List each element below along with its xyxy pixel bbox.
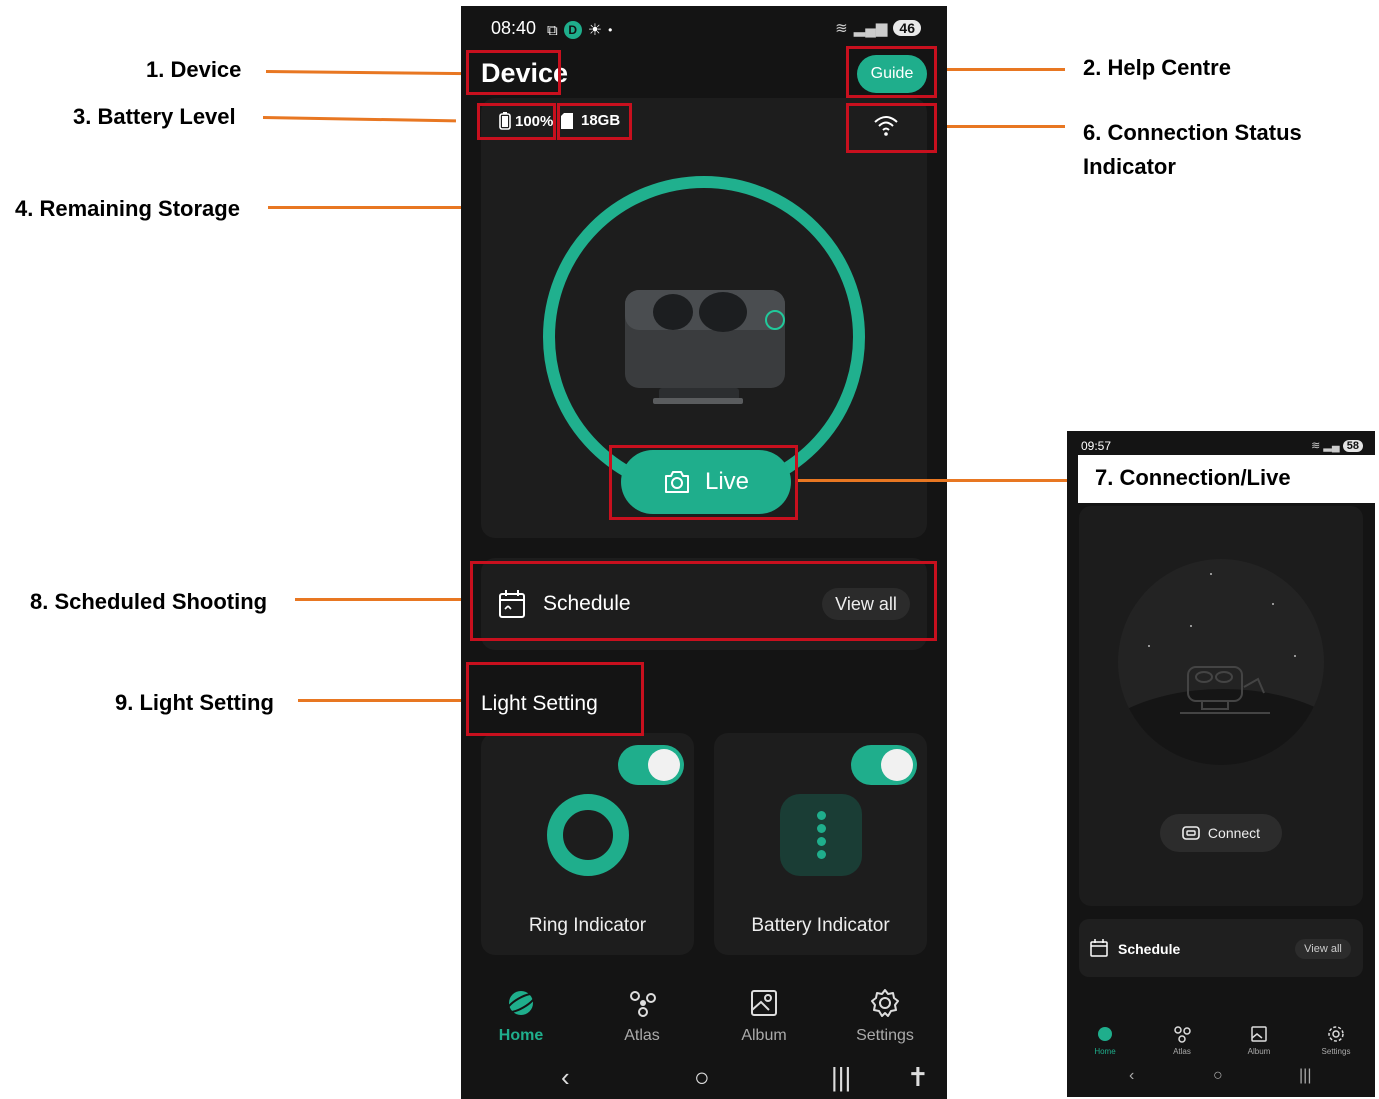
- status-icons-right: ≋ ▂▄▆ 46: [835, 19, 921, 37]
- status-icons-left: ⧉ D ☀ •: [547, 20, 612, 40]
- callout-connection-live: 7. Connection/Live: [1095, 465, 1291, 490]
- dot-icon: •: [608, 23, 613, 37]
- nav-album-label: Album: [741, 1027, 787, 1044]
- cell-signal-icon: ▂▄▆: [853, 20, 888, 37]
- mini-status-icons: ≋ ▂▄ 58: [1311, 439, 1363, 452]
- callout-line-light: [298, 699, 465, 702]
- highlight-live: [609, 445, 798, 520]
- mini-nav-settings-label: Settings: [1321, 1047, 1351, 1056]
- camera-device-image: [625, 290, 785, 404]
- callout-help: 2. Help Centre: [1083, 55, 1231, 80]
- accessibility-icon[interactable]: ✝: [907, 1062, 929, 1093]
- mini-signal-icon: ≋ ▂▄: [1311, 440, 1340, 452]
- callout-device: 1. Device: [146, 57, 242, 82]
- nav-settings[interactable]: Settings: [835, 988, 935, 1045]
- battery-indicator-toggle[interactable]: [851, 745, 917, 785]
- star-dot: [1210, 573, 1212, 575]
- album-image-icon: [751, 990, 777, 1016]
- highlight-light-setting: [466, 662, 644, 736]
- mini-nav-home[interactable]: Home: [1075, 1025, 1135, 1056]
- mini-gear-icon: [1328, 1026, 1344, 1042]
- nav-atlas-label: Atlas: [624, 1027, 660, 1044]
- mini-home-planet-icon: [1098, 1027, 1112, 1041]
- mini-nav-album-label: Album: [1247, 1047, 1271, 1056]
- mini-nav-atlas-label: Atlas: [1173, 1047, 1191, 1056]
- mini-night-scene: [1118, 559, 1324, 765]
- home-nav-icon[interactable]: ○: [694, 1062, 710, 1093]
- mini-album-image-icon: [1251, 1026, 1267, 1042]
- highlight-guide: [846, 46, 937, 98]
- mini-home-nav-icon[interactable]: ○: [1213, 1067, 1223, 1085]
- star-dot: [1190, 625, 1192, 627]
- app-d-icon: D: [563, 21, 582, 39]
- mini-back-nav-icon[interactable]: ‹: [1129, 1067, 1134, 1085]
- nav-home[interactable]: Home: [471, 988, 571, 1045]
- nav-settings-label: Settings: [856, 1027, 914, 1044]
- mini-recents-nav-icon[interactable]: |||: [1299, 1067, 1311, 1085]
- mini-schedule-label: Schedule: [1118, 941, 1181, 957]
- callout-battery: 3. Battery Level: [73, 104, 236, 129]
- battery-indicator-icon: [780, 794, 862, 876]
- recents-nav-icon[interactable]: |||: [831, 1062, 851, 1093]
- callout-storage: 4. Remaining Storage: [15, 196, 240, 221]
- battery-indicator-label: Battery Indicator: [751, 915, 890, 936]
- nav-album[interactable]: Album: [714, 988, 814, 1045]
- home-planet-icon: [505, 991, 537, 1015]
- callout-connection-status-line1: 6. Connection Status: [1083, 120, 1302, 145]
- gear-icon: [871, 989, 899, 1017]
- highlight-battery: [477, 103, 556, 140]
- highlight-schedule: [470, 561, 937, 641]
- status-time: 08:40: [491, 18, 537, 38]
- callout-line-schedule: [295, 598, 465, 601]
- mini-status-battery: 58: [1342, 440, 1363, 452]
- mini-view-all-button[interactable]: View all: [1295, 939, 1351, 959]
- status-battery: 46: [893, 20, 921, 36]
- highlight-storage: [557, 103, 632, 140]
- screenshot-icon: ⧉: [547, 21, 558, 39]
- mini-nav-album[interactable]: Album: [1229, 1025, 1289, 1056]
- callout-connection-status-line2: Indicator: [1083, 154, 1176, 179]
- mini-nav-atlas[interactable]: Atlas: [1152, 1025, 1212, 1056]
- main-phone-screen: 08:40 ⧉ D ☀ • ≋ ▂▄▆ 46 Device Guide 100%…: [461, 6, 947, 1099]
- callout-schedule: 8. Scheduled Shooting: [30, 589, 268, 614]
- ring-indicator-icon: [547, 794, 629, 876]
- mini-nav-settings[interactable]: Settings: [1306, 1025, 1366, 1056]
- mini-status-time: 09:57: [1081, 439, 1112, 453]
- nav-atlas[interactable]: Atlas: [592, 988, 692, 1045]
- nav-home-label: Home: [498, 1027, 544, 1044]
- mini-device-sketch-icon: [1180, 666, 1270, 714]
- atlas-nodes-icon: [630, 991, 656, 1017]
- ring-indicator-label: Ring Indicator: [528, 915, 647, 936]
- highlight-connection-status: [846, 103, 937, 153]
- mini-nav-home-label: Home: [1094, 1047, 1116, 1056]
- wifi-signal-icon: ≋: [835, 20, 848, 37]
- star-dot: [1148, 645, 1150, 647]
- connect-label: Connect: [1207, 825, 1261, 841]
- mini-calendar-icon: [1090, 939, 1108, 957]
- brightness-icon: ☀: [587, 22, 603, 39]
- back-nav-icon[interactable]: ‹: [561, 1062, 570, 1093]
- disconnected-phone-screen: 09:57 ≋ ▂▄ 58 Connect Schedule View all …: [1067, 431, 1375, 1097]
- star-dot: [1294, 655, 1296, 657]
- callout-line-live: [798, 479, 1086, 482]
- device-link-icon: [1182, 826, 1200, 840]
- callout-line-connection-status: [937, 125, 1065, 128]
- connect-button[interactable]: Connect: [1160, 814, 1282, 852]
- mini-atlas-nodes-icon: [1174, 1026, 1191, 1043]
- callout-light: 9. Light Setting: [115, 690, 274, 715]
- callout-line-help: [937, 68, 1065, 71]
- callout-line-battery: [262, 116, 456, 123]
- star-dot: [1272, 603, 1274, 605]
- callout-line-device: [265, 70, 467, 76]
- highlight-device: [466, 50, 561, 95]
- ring-indicator-toggle[interactable]: [618, 745, 684, 785]
- callout-connection-status: 6. Connection Status Indicator: [1083, 116, 1302, 184]
